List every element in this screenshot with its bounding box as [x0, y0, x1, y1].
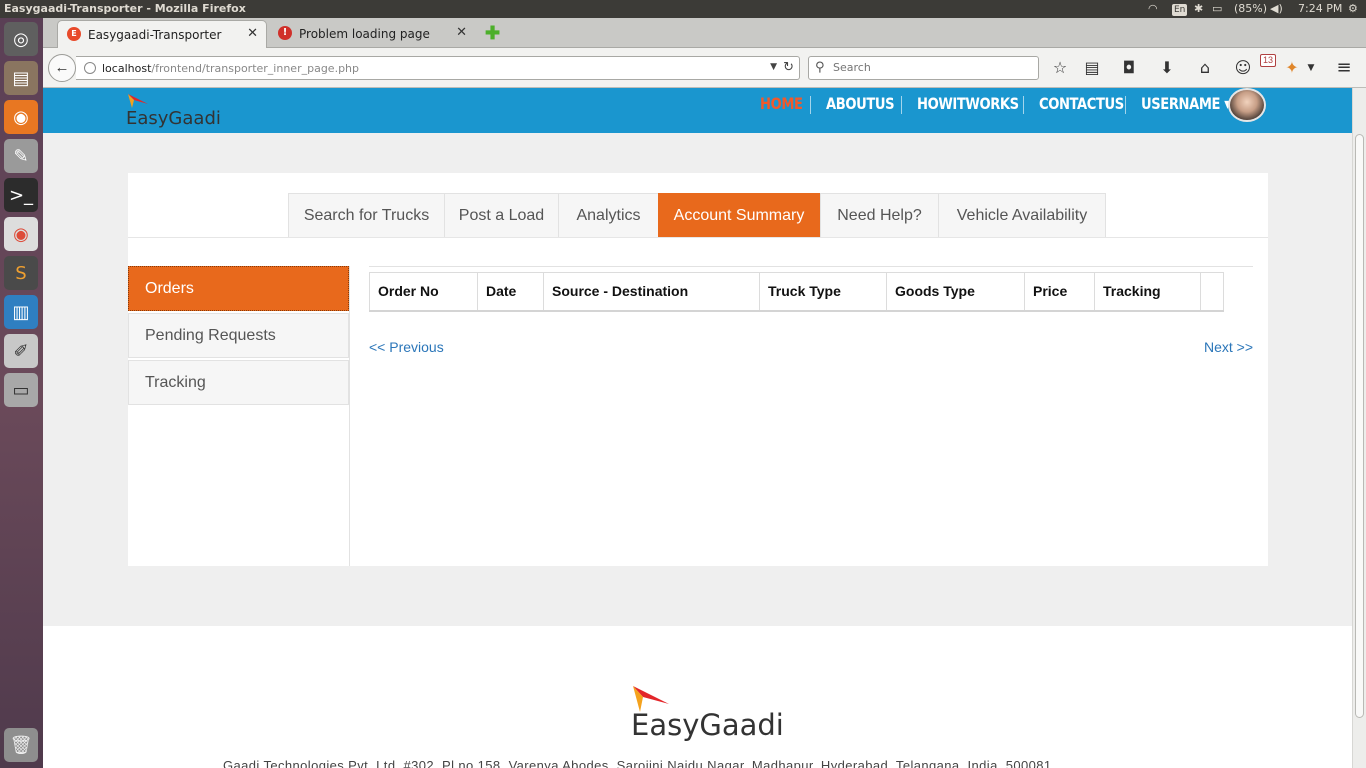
keyboard-layout-indicator[interactable]: En: [1172, 2, 1188, 16]
firefox-icon[interactable]: ◉: [4, 100, 38, 134]
bluetooth-icon[interactable]: ✱: [1194, 2, 1203, 15]
reading-list-icon[interactable]: ▤: [1081, 57, 1103, 79]
search-input[interactable]: [833, 61, 1023, 74]
search-icon: ⚲: [815, 60, 825, 75]
tab-vehicle-availability[interactable]: Vehicle Availability: [938, 193, 1106, 238]
col-date[interactable]: Date: [477, 272, 544, 312]
downloads-icon[interactable]: ⬇: [1156, 57, 1178, 79]
nav-divider: [901, 96, 902, 114]
orders-table: Order No Date Source - Destination Truck…: [369, 272, 1224, 312]
col-price[interactable]: Price: [1024, 272, 1095, 312]
battery-icon[interactable]: ▭: [1212, 2, 1222, 15]
files-icon[interactable]: ▤: [4, 61, 38, 95]
new-tab-plus-icon[interactable]: ✚: [485, 23, 500, 44]
tab-label: Easygaadi-Transporter: [88, 28, 222, 42]
footer-brand: EasyGaadi: [631, 708, 784, 742]
url-path: /frontend/transporter_inner_page.php: [151, 62, 360, 75]
menu-hamburger-icon[interactable]: ≡: [1333, 57, 1355, 79]
home-icon[interactable]: ⌂: [1194, 57, 1216, 79]
col-truck-type[interactable]: Truck Type: [759, 272, 887, 312]
col-source-destination[interactable]: Source - Destination: [543, 272, 760, 312]
writer-icon[interactable]: ▥: [4, 295, 38, 329]
tab-search-for-trucks[interactable]: Search for Trucks: [288, 193, 445, 238]
tab-label: Problem loading page: [299, 27, 430, 41]
side-item-orders[interactable]: Orders: [128, 266, 349, 311]
url-text[interactable]: localhost/frontend/transporter_inner_pag…: [102, 62, 359, 75]
text-editor-icon[interactable]: ✐: [4, 334, 38, 368]
tab-problem-loading[interactable]: ! Problem loading page ✕: [269, 20, 475, 48]
nav-aboutus[interactable]: ABOUTUS: [826, 94, 895, 113]
os-top-bar: Easygaadi-Transporter - Mozilla Firefox …: [0, 0, 1366, 18]
site-header: EasyGaadi HOME ABOUTUS HOWITWORKS CONTAC…: [43, 88, 1352, 133]
volume-icon[interactable]: ◀): [1270, 2, 1283, 15]
account-card: Search for Trucks Post a Load Analytics …: [128, 173, 1268, 566]
tab-post-a-load[interactable]: Post a Load: [444, 193, 559, 238]
notification-badge[interactable]: 13: [1260, 54, 1277, 67]
wifi-icon[interactable]: ◠: [1148, 2, 1158, 15]
globe-icon: [84, 62, 96, 74]
keyboard-layout-label: En: [1172, 4, 1188, 16]
trash-icon[interactable]: 🗑: [4, 728, 38, 762]
search-box[interactable]: ⚲: [808, 56, 1039, 80]
page-viewport: EasyGaadi HOME ABOUTUS HOWITWORKS CONTAC…: [43, 88, 1352, 768]
nav-divider: [810, 96, 811, 114]
sublime-text-icon[interactable]: S: [4, 256, 38, 290]
close-tab-icon[interactable]: ✕: [456, 25, 467, 40]
header-brand: EasyGaadi: [126, 108, 221, 129]
tab-need-help[interactable]: Need Help?: [820, 193, 939, 238]
pocket-icon[interactable]: ◘: [1118, 57, 1140, 79]
side-menu: Orders Pending Requests Tracking: [128, 266, 350, 566]
url-history-dropdown-icon[interactable]: ▼: [770, 62, 777, 72]
disk-drive-icon[interactable]: ▭: [4, 373, 38, 407]
col-order-no[interactable]: Order No: [369, 272, 478, 312]
close-tab-icon[interactable]: ✕: [247, 26, 258, 41]
next-page-link[interactable]: Next >>: [1204, 339, 1253, 355]
header-logo[interactable]: EasyGaadi: [126, 92, 221, 130]
previous-page-link[interactable]: << Previous: [369, 339, 444, 355]
tabs-divider: [128, 237, 1268, 238]
nav-divider: [1125, 96, 1126, 114]
terminal-icon[interactable]: >_: [4, 178, 38, 212]
easygaadi-favicon-icon: E: [67, 27, 81, 41]
nav-divider: [1023, 96, 1024, 114]
system-settings-icon[interactable]: ✎: [4, 139, 38, 173]
tab-analytics[interactable]: Analytics: [558, 193, 659, 238]
col-goods-type[interactable]: Goods Type: [886, 272, 1025, 312]
tab-strip: E Easygaadi-Transporter ✕ ! Problem load…: [43, 18, 1366, 48]
clock[interactable]: 7:24 PM: [1298, 2, 1342, 15]
launcher: ◎ ▤ ◉ ✎ >_ ◉ S ▥ ✐ ▭ 🗑: [0, 18, 43, 768]
site-footer: EasyGaadi Gaadi Technologies Pvt. Ltd. #…: [43, 626, 1352, 768]
extension-dropdown-icon[interactable]: ▼: [1300, 57, 1322, 79]
side-item-tracking[interactable]: Tracking: [128, 360, 349, 405]
nav-home[interactable]: HOME: [760, 94, 803, 113]
battery-percent: (85%): [1234, 2, 1268, 15]
chrome-icon[interactable]: ◉: [4, 217, 38, 251]
settings-gear-icon[interactable]: ⚙: [1348, 2, 1358, 15]
footer-logo[interactable]: EasyGaadi: [631, 684, 784, 746]
side-item-pending-requests[interactable]: Pending Requests: [128, 313, 349, 358]
nav-contactus[interactable]: CONTACTUS: [1039, 94, 1124, 113]
dash-home-icon[interactable]: ◎: [4, 22, 38, 56]
url-host: localhost: [102, 62, 152, 75]
footer-address: Gaadi Technologies Pvt. Ltd. #302, Pl.no…: [223, 758, 1052, 768]
panel-rule: [369, 266, 1253, 267]
tab-account-summary[interactable]: Account Summary: [658, 193, 820, 238]
page-scrollbar[interactable]: [1352, 88, 1366, 768]
nav-toolbar: ← localhost/frontend/transporter_inner_p…: [43, 48, 1366, 88]
nav-howitworks[interactable]: HOWITWORKS: [917, 94, 1019, 113]
back-arrow-icon[interactable]: ←: [48, 54, 76, 82]
table-header-row: Order No Date Source - Destination Truck…: [369, 272, 1224, 312]
reload-icon[interactable]: ↻: [783, 60, 794, 75]
window-title: Easygaadi-Transporter - Mozilla Firefox: [4, 2, 246, 15]
error-icon: !: [278, 26, 292, 40]
tab-easygaadi[interactable]: E Easygaadi-Transporter ✕: [57, 20, 267, 48]
col-extra: [1200, 272, 1224, 312]
url-bar[interactable]: localhost/frontend/transporter_inner_pag…: [76, 56, 800, 80]
nav-username-dropdown[interactable]: USERNAME ▾: [1141, 94, 1231, 113]
chat-icon[interactable]: ☺: [1232, 57, 1254, 79]
col-tracking[interactable]: Tracking: [1094, 272, 1201, 312]
scrollbar-thumb[interactable]: [1355, 134, 1364, 718]
bookmark-star-icon[interactable]: ☆: [1049, 57, 1071, 79]
avatar[interactable]: [1228, 88, 1266, 122]
